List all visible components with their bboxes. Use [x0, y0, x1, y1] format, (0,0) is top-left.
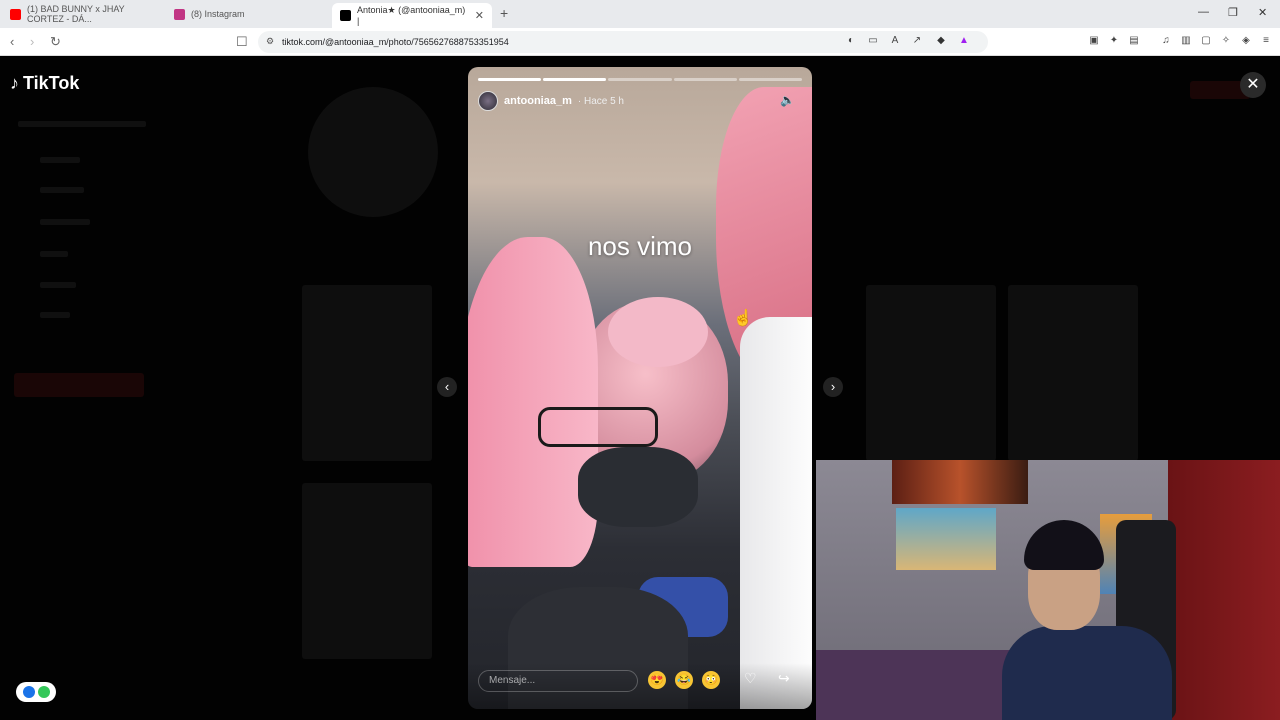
progress-segment — [478, 78, 542, 81]
tab-youtube[interactable]: (1) BAD BUNNY x JHAY CORTEZ - DÁ... — [2, 3, 162, 25]
story-time: · Hace 5 h — [577, 95, 624, 107]
mouse-cursor-icon: ☝ — [733, 310, 753, 327]
tab-instagram[interactable]: (8) Instagram — [166, 3, 326, 25]
menu-icon[interactable]: ≡ — [1260, 35, 1272, 47]
tab-title: (1) BAD BUNNY x JHAY CORTEZ - DÁ... — [27, 4, 125, 24]
brave-shield-icon[interactable]: ◆ — [935, 35, 947, 47]
webcam-poster — [892, 460, 1028, 504]
forward-icon[interactable]: › — [30, 34, 34, 49]
site-info-icon[interactable]: ⚙ — [266, 36, 274, 47]
browser-toolbar: ‹ › ↻ ☐ ⚙ tiktok.com/@antooniaa_m/photo/… — [0, 28, 1280, 56]
ghost-text — [40, 187, 84, 193]
webcam-overlay — [816, 460, 1280, 720]
tab-tiktok[interactable]: Antonia★ (@antooniaa_m) | ✕ — [332, 3, 492, 28]
share-icon[interactable]: ↗ — [911, 35, 923, 47]
tiktok-note-icon: ♪ — [10, 73, 19, 93]
close-window-button[interactable]: ✕ — [1258, 6, 1267, 19]
extension-icon[interactable]: ▤ — [1128, 35, 1140, 47]
photo-shape — [608, 297, 708, 367]
next-button[interactable]: › — [823, 377, 843, 397]
extension-icon[interactable]: ▣ — [1088, 35, 1100, 47]
volume-icon[interactable]: 🔈 — [780, 93, 795, 107]
instagram-icon — [174, 8, 185, 20]
new-tab-button[interactable]: + — [500, 5, 508, 21]
wallet-icon[interactable]: ▢ — [1200, 35, 1212, 47]
vpn-icon[interactable]: ◈ — [1240, 35, 1252, 47]
tab-strip: (1) BAD BUNNY x JHAY CORTEZ - DÁ... (8) … — [0, 0, 1280, 28]
reaction-flushed[interactable]: 😳 — [702, 671, 720, 689]
ghost-thumbnail — [302, 483, 432, 659]
webcam-door — [1168, 460, 1280, 720]
story-viewer[interactable]: antooniaa_m · Hace 5 h 🔈 nos vimo Mensaj… — [468, 67, 812, 709]
ghost-text — [40, 157, 80, 163]
like-icon[interactable]: ♡ — [744, 670, 757, 687]
translate-icon[interactable]: A — [889, 35, 901, 47]
reaction-laughing[interactable]: 😂 — [675, 671, 693, 689]
photo-shape — [578, 447, 698, 527]
bookmark-icon[interactable]: ☐ — [236, 34, 248, 50]
ghost-thumbnail — [302, 285, 432, 461]
minimize-button[interactable]: — — [1198, 6, 1209, 18]
webcam-poster — [896, 508, 996, 570]
cast-icon[interactable]: ▭ — [867, 35, 879, 47]
reaction-heart-eyes[interactable]: 😍 — [648, 671, 666, 689]
reload-icon[interactable]: ↻ — [50, 34, 61, 50]
progress-segment — [608, 78, 672, 81]
close-button[interactable]: ✕ — [1240, 72, 1266, 98]
share-icon[interactable]: ↪ — [778, 670, 790, 687]
photo-shape — [740, 317, 812, 709]
webcam-person — [1002, 520, 1172, 720]
avatar[interactable] — [478, 91, 498, 111]
extensions-icon[interactable]: ✦ — [1108, 35, 1120, 47]
story-username[interactable]: antooniaa_m — [504, 95, 572, 107]
progress-segment — [673, 78, 737, 81]
rewards-icon[interactable]: ▲ — [958, 35, 970, 47]
ghost-text — [18, 121, 146, 127]
tab-title: (8) Instagram — [191, 9, 245, 19]
progress-segment — [543, 78, 607, 81]
youtube-icon — [10, 8, 21, 20]
previous-button[interactable]: ‹ — [437, 377, 457, 397]
message-input[interactable]: Mensaje... — [478, 670, 638, 692]
url-text: tiktok.com/@antooniaa_m/photo/7565627688… — [282, 37, 509, 47]
back-icon[interactable]: ‹ — [10, 34, 14, 49]
progress-segment — [738, 78, 803, 81]
ghost-text — [40, 312, 70, 318]
ghost-thumbnail — [866, 285, 996, 461]
music-icon[interactable]: ♫ — [1160, 35, 1172, 47]
webcam-hair — [1024, 520, 1104, 570]
tiktok-logo[interactable]: ♪ TikTok — [10, 73, 79, 94]
ghost-button — [14, 373, 144, 397]
ghost-text — [40, 282, 76, 288]
ai-icon[interactable]: ✧ — [1220, 35, 1232, 47]
story-header: antooniaa_m · Hace 5 h — [478, 91, 624, 111]
close-tab-icon[interactable]: ✕ — [475, 9, 484, 22]
story-progress — [478, 78, 803, 81]
ghost-avatar — [308, 87, 438, 217]
tab-title: Antonia★ (@antooniaa_m) | — [357, 5, 466, 26]
story-caption: nos vimo — [587, 231, 693, 261]
sidebar-icon[interactable]: ▥ — [1180, 35, 1192, 47]
ghost-text — [40, 219, 90, 225]
ghost-text — [40, 251, 68, 257]
tiktok-icon — [340, 10, 351, 21]
webcam-shirt — [1002, 626, 1172, 720]
extension-icon[interactable]: ◐ — [845, 35, 857, 47]
power-icon — [37, 686, 50, 698]
photo-shape — [468, 237, 598, 567]
extension-badge[interactable] — [16, 682, 56, 702]
photo-shape — [538, 407, 658, 447]
ghost-thumbnail — [1008, 285, 1138, 461]
restore-button[interactable]: ❐ — [1228, 6, 1238, 19]
play-icon — [22, 686, 35, 698]
